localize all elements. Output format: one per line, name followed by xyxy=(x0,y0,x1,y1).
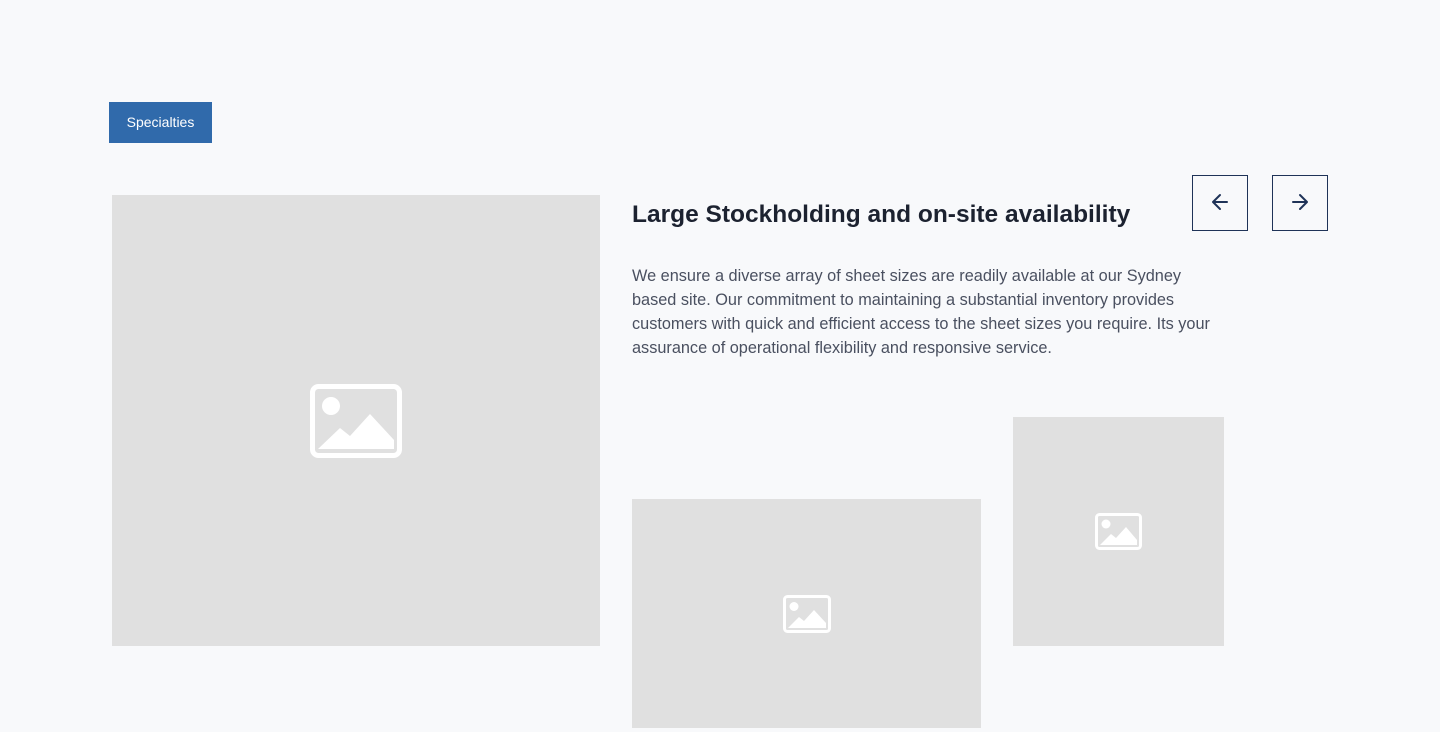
secondary-image xyxy=(632,499,981,728)
section-description: We ensure a diverse array of sheet sizes… xyxy=(632,267,1210,357)
image-placeholder-icon xyxy=(782,594,831,633)
arrow-left-icon xyxy=(1210,192,1230,215)
tertiary-image xyxy=(1013,417,1224,646)
image-placeholder-icon xyxy=(310,383,402,458)
specialties-tag-button[interactable]: Specialties xyxy=(109,102,212,143)
arrow-right-icon xyxy=(1290,192,1310,215)
image-placeholder-icon xyxy=(1095,513,1142,550)
section-title: Large Stockholding and on-site availabil… xyxy=(632,201,1131,228)
previous-button[interactable] xyxy=(1192,175,1248,231)
next-button[interactable] xyxy=(1272,175,1328,231)
main-image xyxy=(112,195,600,646)
